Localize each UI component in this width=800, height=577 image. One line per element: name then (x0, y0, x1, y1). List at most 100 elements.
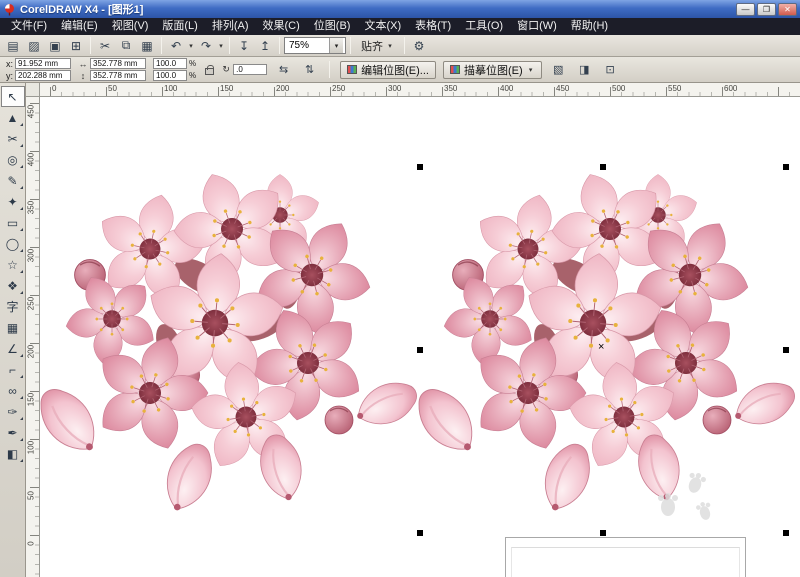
bitmap-color-mask-button[interactable]: ◨ (575, 61, 594, 79)
vertical-ruler[interactable]: 450 400 350 300 250 200 150 100 50 0 (26, 97, 40, 577)
import-button[interactable]: ↧ (234, 36, 254, 55)
page-border-inner (511, 547, 740, 577)
menu-tools[interactable]: 工具(O) (458, 18, 510, 35)
dimension-tool[interactable]: ∠ (1, 338, 25, 359)
ruler-label: 50 (108, 84, 117, 93)
bitmap-icon (449, 65, 460, 74)
eyedropper-tool[interactable]: ✑ (1, 401, 25, 422)
ellipse-tool[interactable]: ◯ (1, 233, 25, 254)
polygon-tool[interactable]: ☆ (1, 254, 25, 275)
fill-tool[interactable]: ◧ (1, 443, 25, 464)
selection-handle-top-middle[interactable] (600, 164, 606, 170)
minimize-button[interactable]: — (736, 2, 755, 16)
menu-view[interactable]: 视图(V) (105, 18, 156, 35)
object-height-field[interactable]: 352.778 mm (90, 70, 146, 81)
ruler-label: 150 (26, 392, 36, 407)
selection-handle-bottom-middle[interactable] (600, 530, 606, 536)
mirror-vertical-button[interactable]: ⇅ (300, 61, 319, 79)
title-bar[interactable]: CorelDRAW X4 - [图形1] — ❐ ✕ (0, 0, 800, 18)
redo-dropdown-icon[interactable]: ▾ (217, 42, 225, 50)
new-document-button[interactable]: ▤ (3, 36, 23, 55)
ruler-label: 350 (444, 84, 458, 93)
resample-bitmap-button[interactable]: ▧ (549, 61, 568, 79)
trace-bitmap-label: 描摹位图(E) (463, 64, 523, 77)
ruler-label: 400 (26, 152, 36, 167)
copy-button[interactable]: ⧉ (116, 36, 136, 55)
menu-edit[interactable]: 编辑(E) (54, 18, 105, 35)
undo-button[interactable]: ↶ (166, 36, 186, 55)
object-width-field[interactable]: 352.778 mm (90, 58, 146, 69)
export-button[interactable]: ↥ (255, 36, 275, 55)
app-icon (5, 3, 14, 15)
menu-file[interactable]: 文件(F) (4, 18, 54, 35)
freehand-tool[interactable]: ✎ (1, 170, 25, 191)
artwork-right-cluster[interactable] (407, 154, 800, 518)
pick-tool[interactable]: ↖ (0, 86, 25, 107)
chevron-down-icon[interactable]: ▾ (329, 38, 343, 53)
selection-handle-middle-right[interactable] (783, 347, 789, 353)
redo-button[interactable]: ↷ (196, 36, 216, 55)
artwork-left-cluster[interactable] (40, 154, 423, 518)
y-position-field[interactable]: 202.288 mm (15, 70, 71, 81)
ruler-label: 350 (26, 200, 36, 215)
ruler-label: 550 (668, 84, 682, 93)
ruler-label: 450 (556, 84, 570, 93)
zoom-level-input[interactable] (285, 40, 329, 51)
menu-effects[interactable]: 效果(C) (256, 18, 307, 35)
rectangle-tool[interactable]: ▭ (1, 212, 25, 233)
options-button[interactable]: ⚙ (409, 36, 429, 55)
edit-bitmap-button[interactable]: 编辑位图(E)... (340, 60, 436, 79)
horizontal-ruler[interactable]: 0 50 100 150 200 250 300 350 400 450 500 550 600 (40, 83, 800, 97)
save-button[interactable]: ▣ (45, 36, 65, 55)
menu-table[interactable]: 表格(T) (408, 18, 458, 35)
basic-shapes-tool[interactable]: ❖ (1, 275, 25, 296)
smart-drawing-tool[interactable]: ✦ (1, 191, 25, 212)
crop-tool[interactable]: ✂ (1, 128, 25, 149)
outline-tool[interactable]: ✒ (1, 422, 25, 443)
rotation-angle-field[interactable]: .0 (233, 64, 268, 75)
lock-ratio-icon[interactable] (205, 64, 215, 75)
drawing-canvas[interactable]: × (40, 97, 800, 577)
snap-to-button[interactable]: 贴齐 ▾ (355, 37, 400, 55)
menu-bitmaps[interactable]: 位图(B) (307, 18, 358, 35)
text-tool[interactable]: 字 (1, 296, 25, 317)
undo-dropdown-icon[interactable]: ▾ (187, 42, 195, 50)
menu-window[interactable]: 窗口(W) (510, 18, 564, 35)
zoom-level-combo[interactable]: ▾ (284, 37, 346, 54)
table-tool[interactable]: ▦ (1, 317, 25, 338)
close-button[interactable]: ✕ (778, 2, 797, 16)
selection-handle-top-right[interactable] (783, 164, 789, 170)
open-button[interactable]: ▨ (24, 36, 44, 55)
scale-y-field[interactable]: 100.0 (153, 70, 187, 81)
connector-tool[interactable]: ⌐ (1, 359, 25, 380)
height-icon: ↕ (80, 70, 86, 81)
selection-center-mark[interactable]: × (598, 342, 604, 353)
blend-tool[interactable]: ∞ (1, 380, 25, 401)
standard-toolbar: ▤ ▨ ▣ ⊞ ✂ ⧉ ▦ ↶ ▾ ↷ ▾ ↧ ↥ ▾ 贴齐 ▾ ⚙ (0, 35, 800, 57)
zoom-tool[interactable]: ◎ (1, 149, 25, 170)
menu-arrange[interactable]: 排列(A) (205, 18, 256, 35)
ruler-label: 250 (26, 296, 36, 311)
percent-label: % (189, 71, 197, 80)
cut-button[interactable]: ✂ (95, 36, 115, 55)
ruler-label: 200 (276, 84, 290, 93)
paste-button[interactable]: ▦ (137, 36, 157, 55)
toolbar-separator (161, 37, 162, 54)
page-options-button[interactable]: ⊡ (601, 61, 620, 79)
selection-handle-top-left[interactable] (417, 164, 423, 170)
x-position-field[interactable]: 91.952 mm (15, 58, 71, 69)
selection-handle-bottom-left[interactable] (417, 530, 423, 536)
mirror-horizontal-button[interactable]: ⇆ (274, 61, 293, 79)
trace-bitmap-button[interactable]: 描摹位图(E) ▾ (442, 60, 542, 79)
menu-text[interactable]: 文本(X) (357, 18, 408, 35)
ruler-label: 500 (612, 84, 626, 93)
menu-layout[interactable]: 版面(L) (155, 18, 204, 35)
print-button[interactable]: ⊞ (66, 36, 86, 55)
selection-handle-bottom-right[interactable] (783, 530, 789, 536)
menu-help[interactable]: 帮助(H) (564, 18, 615, 35)
selection-handle-middle-left[interactable] (417, 347, 423, 353)
shape-tool[interactable]: ▲ (1, 107, 25, 128)
maximize-button[interactable]: ❐ (757, 2, 776, 16)
ruler-origin-corner[interactable] (26, 83, 40, 97)
scale-x-field[interactable]: 100.0 (153, 58, 187, 69)
